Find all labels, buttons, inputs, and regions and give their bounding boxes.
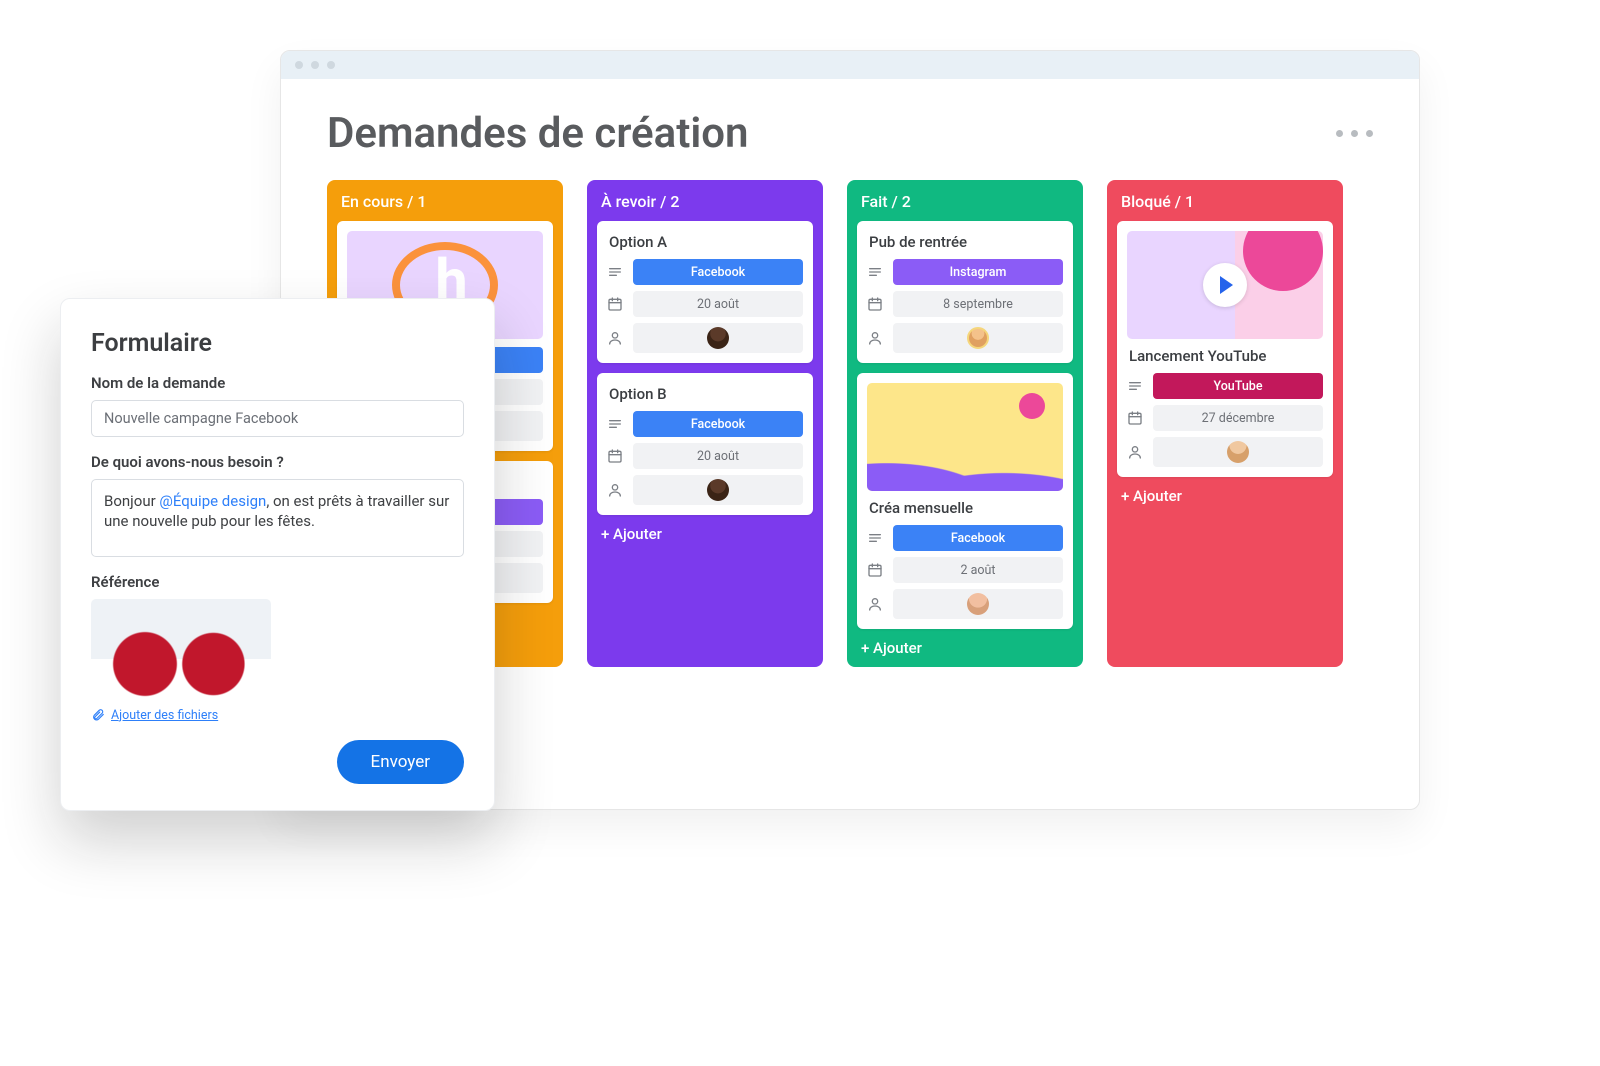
assignee-avatar <box>707 327 729 349</box>
window-dot <box>295 61 303 69</box>
card-date: 20 août <box>633 443 803 469</box>
calendar-icon <box>607 448 623 464</box>
column-header: En cours / 1 <box>327 180 563 221</box>
add-card-button[interactable]: + Ajouter <box>1107 477 1343 509</box>
kanban-card[interactable]: Créa mensuelle Facebook 2 août <box>857 373 1073 629</box>
card-title: Option A <box>609 233 803 251</box>
kanban-column: Fait / 2 Pub de rentrée Instagram 8 septemb… <box>847 180 1083 667</box>
reference-label: Référence <box>91 573 464 591</box>
list-icon <box>867 530 883 546</box>
kanban-card[interactable]: Option B Facebook 20 août <box>597 373 813 515</box>
add-card-button[interactable]: + Ajouter <box>847 629 1083 661</box>
request-name-input[interactable] <box>91 400 464 437</box>
window-dot <box>327 61 335 69</box>
add-card-button[interactable]: + Ajouter <box>587 515 823 547</box>
card-date: 8 septembre <box>893 291 1063 317</box>
card-title: Créa mensuelle <box>869 499 1063 517</box>
card-title: Lancement YouTube <box>1129 347 1323 365</box>
card-date: 2 août <box>893 557 1063 583</box>
list-icon <box>607 264 623 280</box>
window-dot <box>311 61 319 69</box>
list-icon <box>867 264 883 280</box>
card-thumb <box>867 383 1063 491</box>
card-date: 20 août <box>633 291 803 317</box>
column-header: Fait / 2 <box>847 180 1083 221</box>
play-icon[interactable] <box>1203 263 1247 307</box>
kanban-card[interactable]: Pub de rentrée Instagram 8 septembre <box>857 221 1073 363</box>
column-body: Lancement YouTube YouTube 27 décembre <box>1107 221 1343 477</box>
card-channel: Instagram <box>893 259 1063 285</box>
user-icon <box>607 330 623 346</box>
form-title: Formulaire <box>91 329 464 358</box>
column-body: Pub de rentrée Instagram 8 septembre Créa m… <box>847 221 1083 629</box>
list-icon <box>1127 378 1143 394</box>
name-label: Nom de la demande <box>91 374 464 392</box>
submit-button[interactable]: Envoyer <box>337 740 464 784</box>
calendar-icon <box>867 562 883 578</box>
card-channel: YouTube <box>1153 373 1323 399</box>
mention-team-design[interactable]: @Équipe design <box>159 492 266 510</box>
assignee-avatar <box>707 479 729 501</box>
board-title: Demandes de création <box>327 109 748 158</box>
column-body: Option A Facebook 20 août Option B Facebook 2… <box>587 221 823 515</box>
add-files-link[interactable]: Ajouter des fichiers <box>91 708 218 723</box>
card-assignee <box>633 475 803 505</box>
board-more-button[interactable] <box>1336 130 1373 137</box>
card-channel: Facebook <box>893 525 1063 551</box>
column-header: Bloqué / 1 <box>1107 180 1343 221</box>
card-date: 27 décembre <box>1153 405 1323 431</box>
calendar-icon <box>1127 410 1143 426</box>
kanban-column: Bloqué / 1 Lancement YouTube YouTube 27 déc… <box>1107 180 1343 667</box>
column-header: À revoir / 2 <box>587 180 823 221</box>
card-title: Option B <box>609 385 803 403</box>
card-title: Pub de rentrée <box>869 233 1063 251</box>
add-files-label: Ajouter des fichiers <box>111 708 218 723</box>
need-text: Bonjour <box>104 492 159 510</box>
kanban-card[interactable]: Lancement YouTube YouTube 27 décembre <box>1117 221 1333 477</box>
list-icon <box>607 416 623 432</box>
card-channel: Facebook <box>633 411 803 437</box>
kanban-card[interactable]: Option A Facebook 20 août <box>597 221 813 363</box>
window-titlebar <box>281 51 1419 79</box>
request-need-textarea[interactable]: Bonjour @Équipe design, on est prêts à t… <box>91 479 464 557</box>
user-icon <box>607 482 623 498</box>
card-assignee <box>633 323 803 353</box>
card-thumb <box>1127 231 1323 339</box>
board-header: Demandes de création <box>281 79 1419 180</box>
card-channel: Facebook <box>633 259 803 285</box>
user-icon <box>867 596 883 612</box>
user-icon <box>867 330 883 346</box>
card-assignee <box>893 589 1063 619</box>
card-assignee <box>1153 437 1323 467</box>
calendar-icon <box>607 296 623 312</box>
user-icon <box>1127 444 1143 460</box>
card-assignee <box>893 323 1063 353</box>
assignee-avatar <box>967 327 989 349</box>
assignee-avatar <box>967 593 989 615</box>
create-request-form: Formulaire Nom de la demande De quoi avo… <box>60 298 495 811</box>
kanban-column: À revoir / 2Option AFacebook20 aoûtOptio… <box>587 180 823 667</box>
reference-thumbnail[interactable] <box>91 599 271 699</box>
need-label: De quoi avons-nous besoin ? <box>91 453 464 471</box>
paperclip-icon <box>91 708 105 722</box>
calendar-icon <box>867 296 883 312</box>
assignee-avatar <box>1227 441 1249 463</box>
